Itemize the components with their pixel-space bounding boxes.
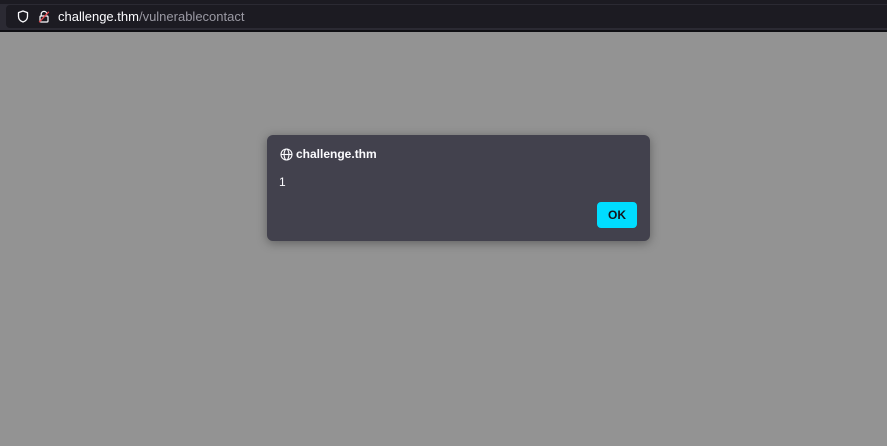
browser-toolbar: challenge.thm/vulnerablecontact — [0, 4, 887, 30]
url-bar[interactable]: challenge.thm/vulnerablecontact — [6, 5, 887, 28]
dialog-title: challenge.thm — [296, 147, 377, 161]
dialog-header: challenge.thm — [280, 147, 377, 161]
dialog-message: 1 — [279, 175, 286, 189]
globe-icon — [280, 147, 293, 161]
url-text[interactable]: challenge.thm/vulnerablecontact — [58, 9, 244, 24]
shield-icon[interactable] — [15, 9, 31, 25]
alert-dialog: challenge.thm 1 OK — [267, 135, 650, 241]
ok-button[interactable]: OK — [597, 202, 637, 228]
url-domain: challenge.thm — [58, 9, 139, 24]
url-path: /vulnerablecontact — [138, 9, 245, 24]
lock-warning-icon[interactable] — [36, 9, 52, 25]
toolbar-divider — [0, 30, 887, 32]
